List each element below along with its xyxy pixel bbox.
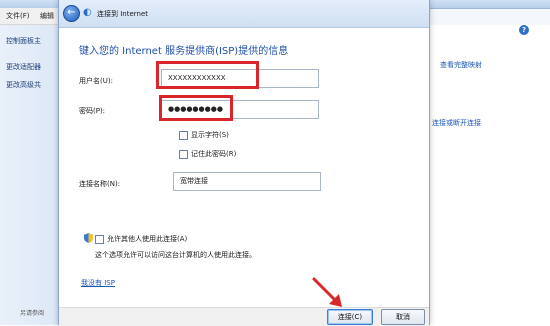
bg-right-pane xyxy=(430,25,550,325)
allow-others-checkbox-row[interactable]: 允许其他人使用此连接(A) xyxy=(95,234,187,244)
password-label: 密码(P): xyxy=(79,107,106,115)
dialog-header: ← ◐ 连接到 Internet xyxy=(59,0,429,28)
show-characters-checkbox-row[interactable]: 显示字符(S) xyxy=(179,130,229,140)
connect-button[interactable]: 连接(C) xyxy=(327,309,373,325)
username-highlight-box xyxy=(156,61,259,89)
pointer-arrow-icon xyxy=(312,277,342,307)
sidebar-link-change-adapter[interactable]: 更改适配器 xyxy=(6,62,41,72)
dialog-title: 连接到 Internet xyxy=(97,10,149,18)
network-globe-icon: ◐ xyxy=(83,7,92,18)
remember-password-checkbox[interactable] xyxy=(179,149,188,159)
allow-others-checkbox[interactable] xyxy=(95,234,104,244)
allow-others-label: 允许其他人使用此连接(A) xyxy=(107,235,188,243)
connection-name-label: 连接名称(N): xyxy=(79,180,121,188)
help-icon[interactable]: ? xyxy=(519,25,529,35)
dialog-button-bar xyxy=(59,307,429,326)
view-full-map-link[interactable]: 查看完整映射 xyxy=(440,60,482,70)
back-arrow-icon[interactable]: ← xyxy=(63,5,80,22)
show-characters-checkbox[interactable] xyxy=(179,130,188,140)
connect-disconnect-link[interactable]: 连接或断开连接 xyxy=(432,118,481,128)
sidebar-link-control-panel-home[interactable]: 控制面板主 xyxy=(6,36,41,46)
connect-internet-dialog: ← ◐ 连接到 Internet 键入您的 Internet 服务提供商(ISP… xyxy=(58,0,430,326)
show-characters-label: 显示字符(S) xyxy=(191,131,229,139)
cancel-button[interactable]: 取消 xyxy=(381,309,425,325)
remember-password-label: 记住此密码(R) xyxy=(191,150,237,158)
remember-password-checkbox-row[interactable]: 记住此密码(R) xyxy=(179,149,236,159)
see-also-label: 另请参阅 xyxy=(20,310,45,317)
page-heading: 键入您的 Internet 服务提供商(ISP)提供的信息 xyxy=(79,46,289,57)
uac-shield-icon xyxy=(84,233,93,243)
allow-others-description: 这个选项允许可以访问这台计算机的人使用此连接。 xyxy=(95,251,256,259)
connection-name-input[interactable]: 宽带连接 xyxy=(173,172,321,191)
sidebar-link-change-advanced[interactable]: 更改高级共 xyxy=(6,80,41,90)
menu-edit[interactable]: 编辑 xyxy=(40,11,54,21)
password-highlight-box xyxy=(159,95,233,121)
menu-file[interactable]: 文件(F) xyxy=(6,11,30,21)
no-isp-link[interactable]: 我没有 ISP xyxy=(81,278,115,288)
username-label: 用户名(U): xyxy=(79,77,113,85)
